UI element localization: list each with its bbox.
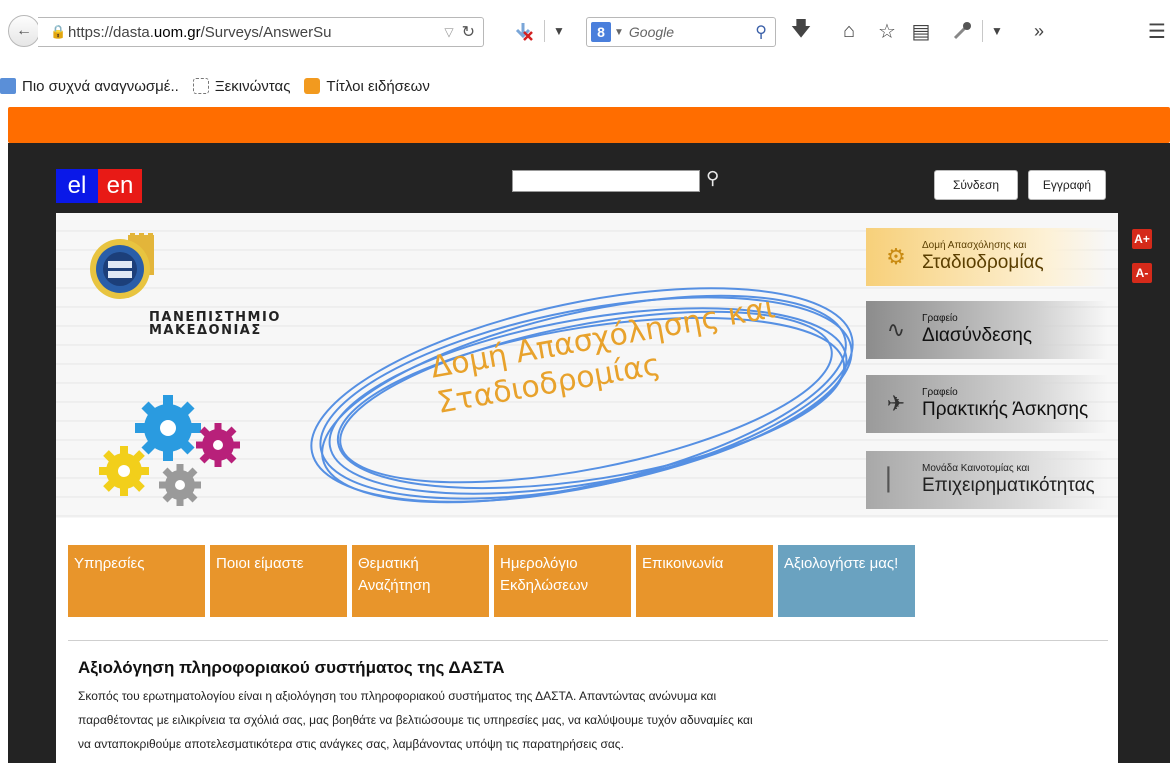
lang-en-button[interactable]: en [98,169,142,203]
font-decrease-button[interactable]: A- [1132,263,1152,283]
search-icon[interactable]: ⚲ [755,22,767,42]
bookmark-getting-started[interactable]: Ξεκινώντας [192,78,290,95]
page-intro: Σκοπός του ερωτηματολογίου είναι η αξιολ… [78,689,753,751]
overflow-chevron-icon[interactable]: » [1026,18,1052,44]
link-innovation-unit[interactable]: ▏ Μονάδα Καινοτομίας και Επιχειρηματικότ… [866,451,1108,509]
font-increase-button[interactable]: A+ [1132,229,1152,249]
rss-icon [304,78,321,94]
downloads-icon[interactable]: 🡇 [788,18,814,44]
register-button[interactable]: Εγγραφή [1028,170,1106,200]
home-icon[interactable]: ⌂ [836,18,862,44]
menu-icon[interactable]: ☰ [1146,18,1168,44]
back-button[interactable]: ← [8,15,40,47]
nav-events-calendar[interactable]: Ημερολόγιο Εκδηλώσεων [494,545,631,617]
site-search-icon[interactable]: ⚲ [706,168,719,189]
dashed-page-icon [192,78,209,94]
url-bar[interactable]: 🔒 https://dasta.uom.gr/Surveys/AnswerSu … [38,17,484,47]
link-liaison-office[interactable]: ∿ Γραφείο Διασύνδεσης [866,301,1108,359]
dropper-icon[interactable] [948,18,976,44]
notification-bar [8,107,1170,143]
bookmark-page-icon [0,78,16,94]
link-career-office[interactable]: ⚙ Δομή Απασχόλησης και Σταδιοδρομίας [866,228,1108,286]
connection-icon: ∿ [886,317,906,342]
search-placeholder: Google [628,24,675,40]
bookmark-star-icon[interactable]: ☆ [874,18,900,44]
lang-el-button[interactable]: el [56,169,98,203]
browser-toolbar: ← 🔒 https://dasta.uom.gr/Surveys/AnswerS… [0,0,1170,68]
url-text: https://dasta.uom.gr/Surveys/AnswerSu [68,23,332,41]
browser-search-bar[interactable]: 8 ▼ Google ⚲ [586,17,776,47]
gears-small-icon: ⚙ [886,244,906,269]
nav-topic-search[interactable]: Θεματική Αναζήτηση [352,545,489,617]
bookmark-headlines[interactable]: Τίτλοι ειδήσεων [304,78,430,95]
airplane-icon: ✈ [886,391,906,416]
back-arrow-icon: ← [16,22,32,39]
bookmark-most-visited[interactable]: Πιο συχνά αναγνωσμέ.. [0,78,179,95]
bookmarks-bar: Πιο συχνά αναγνωσμέ.. Ξεκινώντας Τίτλοι … [0,68,1170,104]
divider [68,640,1108,641]
web-page: el en ⚲ Σύνδεση Εγγραφή A+ A- ΠΑΝΕΠΙΣΤΗΜ… [8,143,1170,763]
reading-list-icon[interactable]: ▤ [908,18,934,44]
main-nav: Υπηρεσίες Ποιοι είμαστε Θεματική Αναζήτη… [68,545,920,617]
site-search-input[interactable] [512,170,700,192]
gears-illustration-icon [99,395,240,506]
nav-services[interactable]: Υπηρεσίες [68,545,205,617]
dropdown-arrow-icon-2[interactable]: ▼ [988,18,1006,44]
link-internship-office[interactable]: ✈ Γραφείο Πρακτικής Άσκησης [866,375,1108,433]
page-title: Αξιολόγηση πληροφοριακού συστήματος της … [78,658,505,677]
search-engine-icon[interactable]: 8 [591,22,611,42]
nav-contact[interactable]: Επικοινωνία [636,545,773,617]
lock-icon: 🔒 [50,24,67,39]
reload-icon[interactable]: ↻ [462,22,475,42]
header-banner: ΠΑΝΕΠΙΣΤΗΜΙΟ ΜΑΚΕΔΟΝΙΑΣ Δομή Απασχόλησης… [56,213,1118,518]
main-content: ΠΑΝΕΠΙΣΤΗΜΙΟ ΜΑΚΕΔΟΝΙΑΣ Δομή Απασχόλησης… [56,213,1118,763]
engine-dropdown-icon[interactable]: ▼ [614,27,624,38]
login-button[interactable]: Σύνδεση [934,170,1018,200]
stop-download-icon[interactable] [508,18,538,44]
dropdown-arrow-icon[interactable]: ▼ [550,18,568,44]
university-logo-icon [90,233,154,299]
columns-icon: ▏ [887,467,905,492]
nav-about[interactable]: Ποιοι είμαστε [210,545,347,617]
nav-rate-us[interactable]: Αξιολογήστε μας! [778,545,915,617]
university-name: ΠΑΝΕΠΙΣΤΗΜΙΟ ΜΑΚΕΔΟΝΙΑΣ [149,310,281,338]
url-dropdown-icon[interactable]: ▽ [444,25,453,39]
